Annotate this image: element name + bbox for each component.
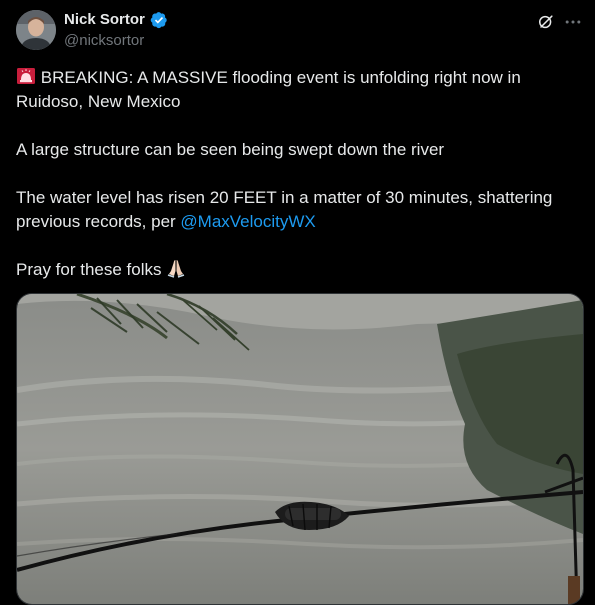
mention-link[interactable]: @MaxVelocityWX — [180, 212, 315, 231]
tweet-line-structure: A large structure can be seen being swep… — [16, 140, 445, 159]
tweet-line-pray: Pray for these folks — [16, 260, 162, 279]
flood-photo — [17, 294, 583, 604]
tweet-card: Nick Sortor @nicksortor BREAKING: A MASS… — [0, 0, 595, 605]
tweet-paragraph-pray: Pray for these folks — [16, 258, 580, 282]
avatar[interactable] — [16, 10, 56, 50]
more-options-icon[interactable] — [563, 12, 583, 32]
author-name[interactable]: Nick Sortor — [64, 11, 145, 29]
rotating-light-emoji-icon — [17, 68, 35, 84]
author-handle[interactable]: @nicksortor — [64, 32, 144, 50]
tweet-paragraph-breaking: BREAKING: A MASSIVE flooding event is un… — [16, 66, 580, 114]
tweet-line-breaking: BREAKING: A MASSIVE flooding event is un… — [16, 68, 521, 111]
tweet-text: BREAKING: A MASSIVE flooding event is un… — [16, 66, 580, 282]
verified-badge-icon — [150, 12, 167, 29]
grok-icon[interactable] — [536, 12, 556, 32]
tweet-paragraph-water-level: The water level has risen 20 FEET in a m… — [16, 186, 580, 234]
folded-hands-emoji-icon — [168, 260, 185, 278]
tweet-media-image[interactable] — [16, 293, 584, 605]
